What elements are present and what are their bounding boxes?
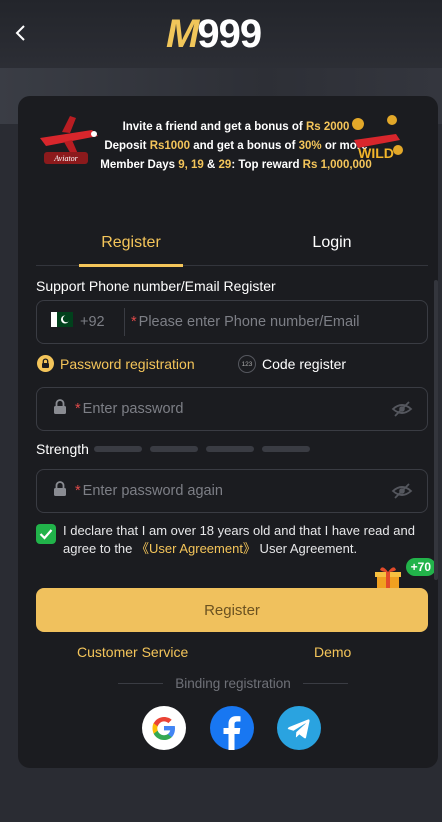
- lock-icon: [53, 480, 67, 502]
- field-divider: [124, 308, 125, 336]
- password-field[interactable]: * Enter password: [36, 387, 428, 431]
- tab-login[interactable]: Login: [280, 220, 384, 266]
- phone-email-input[interactable]: * Please enter Phone number/Email: [131, 314, 360, 330]
- google-icon[interactable]: [142, 706, 186, 750]
- svg-text:Aviator: Aviator: [53, 154, 78, 163]
- top-bar: M 999: [0, 0, 442, 68]
- register-panel: [18, 96, 438, 768]
- strength-bar: [150, 446, 198, 452]
- strength-label: Strength: [36, 441, 89, 457]
- pakistan-flag-icon[interactable]: [51, 312, 73, 332]
- age-declaration: I declare that I am over 18 years old an…: [36, 522, 416, 558]
- declaration-text: I declare that I am over 18 years old an…: [63, 523, 415, 556]
- password-again-field[interactable]: * Enter password again: [36, 469, 428, 513]
- divider-line: [118, 683, 164, 684]
- telegram-icon[interactable]: [277, 706, 321, 750]
- m999-logo: M 999: [166, 11, 262, 56]
- password-again-input[interactable]: * Enter password again: [75, 483, 223, 499]
- strength-bar: [262, 446, 310, 452]
- checkbox-checked-icon[interactable]: [36, 524, 56, 544]
- auth-tabs: Register Login: [36, 220, 428, 267]
- code-123-icon: 123: [238, 355, 256, 373]
- password-input[interactable]: * Enter password: [75, 401, 183, 417]
- register-button[interactable]: Register: [36, 588, 428, 632]
- gift-bonus-badge: +70: [374, 558, 436, 592]
- code-register-label: Code register: [262, 356, 347, 372]
- strength-meter: [94, 446, 310, 452]
- lock-icon: [53, 398, 67, 420]
- demo-link[interactable]: Demo: [314, 644, 351, 660]
- svg-text:WILD: WILD: [358, 145, 394, 161]
- strength-bar: [94, 446, 142, 452]
- user-agreement-link[interactable]: 《User Agreement》: [136, 541, 256, 556]
- wild-coins-icon: WILD: [346, 110, 406, 170]
- eye-hidden-icon[interactable]: [391, 482, 413, 505]
- support-label: Support Phone number/Email Register: [36, 278, 276, 294]
- tab-register[interactable]: Register: [79, 220, 183, 267]
- password-registration-label: Password registration: [60, 355, 195, 372]
- promo-banner: Aviator Invite a friend and get a bonus …: [36, 104, 406, 182]
- code-register-option[interactable]: 123 Code register: [238, 355, 346, 373]
- aviator-plane-icon: Aviator: [36, 108, 102, 170]
- phone-email-field[interactable]: +92 * Please enter Phone number/Email: [36, 300, 428, 344]
- strength-bar: [206, 446, 254, 452]
- lock-badge-icon: [37, 355, 54, 372]
- customer-service-link[interactable]: Customer Service: [77, 644, 188, 660]
- banner-text: Invite a friend and get a bonus of Rs 20…: [100, 121, 372, 171]
- eye-hidden-icon[interactable]: [391, 400, 413, 423]
- password-registration-option[interactable]: Password registration: [37, 355, 195, 372]
- facebook-icon[interactable]: [210, 706, 254, 750]
- binding-registration-label: Binding registration: [175, 676, 291, 691]
- country-code[interactable]: +92: [80, 314, 114, 330]
- back-arrow-icon[interactable]: [10, 22, 30, 44]
- binding-registration-divider: Binding registration: [118, 676, 349, 691]
- gift-bonus-amount: +70: [405, 558, 436, 576]
- divider-line: [302, 683, 349, 684]
- scrollbar[interactable]: [434, 280, 438, 580]
